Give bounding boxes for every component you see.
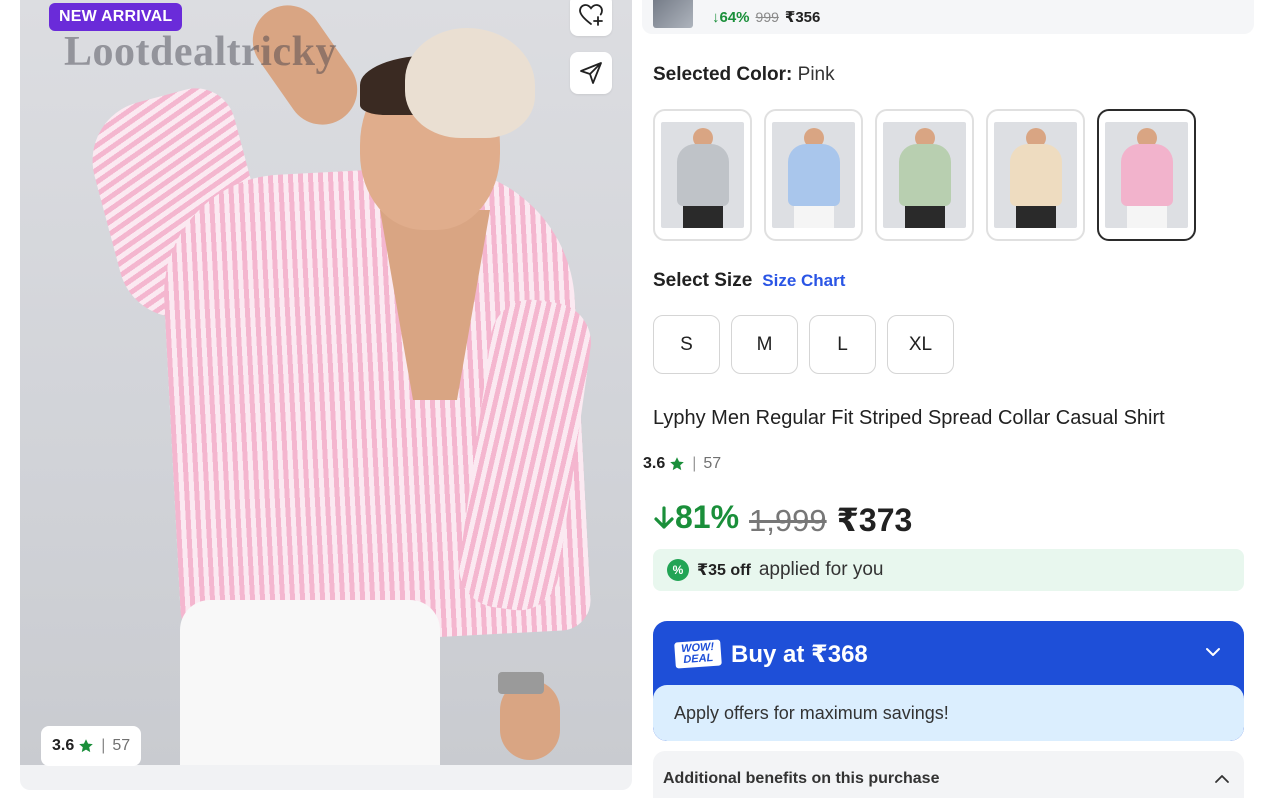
rating-count: 57 — [112, 737, 131, 754]
size-option-m[interactable]: M — [731, 315, 798, 374]
selected-color-label: Selected Color: — [653, 64, 793, 85]
selling-price: ₹373 — [836, 501, 913, 538]
chevron-up-icon[interactable] — [1212, 769, 1232, 789]
select-size-label: Select Size — [653, 270, 753, 291]
swatch-figure-pants — [794, 206, 834, 228]
size-option-l[interactable]: L — [809, 315, 876, 374]
size-chart-link[interactable]: Size Chart — [762, 271, 845, 291]
swatch-figure-shirt — [1121, 144, 1173, 206]
heart-plus-icon — [579, 4, 603, 26]
share-button[interactable] — [570, 52, 612, 94]
swatch-figure-pants — [683, 206, 723, 228]
buy-at-price: Buy at ₹368 — [731, 640, 868, 668]
swatch-image — [772, 122, 855, 228]
photo-shape — [180, 600, 440, 765]
similar-product-card[interactable]: ↓64% 999 ₹356 — [642, 0, 1254, 34]
product-rating[interactable]: 3.6 | 57 — [643, 455, 721, 473]
similar-discount: ↓64% — [712, 9, 750, 26]
swatch-image — [661, 122, 744, 228]
photo-shape — [405, 28, 535, 138]
size-option-xl[interactable]: XL — [887, 315, 954, 374]
similar-product-thumbnail — [653, 0, 693, 28]
color-swatch-beige[interactable] — [986, 109, 1085, 241]
apply-offers-text[interactable]: Apply offers for maximum savings! — [653, 685, 1244, 741]
similar-selling-price: ₹356 — [784, 9, 821, 26]
wow-deal-header[interactable]: WOW! DEAL Buy at ₹368 — [653, 621, 1244, 687]
price-row: 81% 1,999 ₹373 — [653, 499, 912, 539]
swatch-figure-shirt — [1010, 144, 1062, 206]
selected-color-value: Pink — [797, 64, 835, 85]
rating-count: 57 — [703, 455, 722, 472]
share-icon — [580, 62, 602, 84]
image-rating-pill: 3.6 | 57 — [41, 726, 142, 766]
rating-separator: | — [692, 455, 697, 472]
additional-benefits[interactable]: Additional benefits on this purchase — [653, 751, 1244, 798]
product-title: Lyphy Men Regular Fit Striped Spread Col… — [653, 407, 1165, 429]
swatch-image — [883, 122, 966, 228]
swatch-figure-shirt — [677, 144, 729, 206]
swatch-image — [1105, 122, 1188, 228]
applied-offer-amount: ₹35 off — [697, 562, 751, 579]
swatch-image — [994, 122, 1077, 228]
arrow-down-icon — [654, 505, 674, 529]
size-option-s[interactable]: S — [653, 315, 720, 374]
star-icon — [670, 457, 685, 471]
selected-color: Selected Color: Pink — [653, 64, 835, 86]
offer-percent-icon: % — [667, 559, 689, 581]
rating-value: 3.6 — [643, 455, 666, 472]
watermark: Lootdealtricky — [64, 29, 337, 75]
applied-offer-banner: % ₹35 off applied for you — [653, 549, 1244, 591]
wow-deal-badge-line: DEAL — [682, 651, 714, 667]
size-options: S M L XL — [653, 315, 954, 374]
product-photo[interactable] — [20, 0, 632, 765]
wow-deal-card[interactable]: WOW! DEAL Buy at ₹368 Apply offers for m… — [653, 621, 1244, 741]
rating-value: 3.6 — [52, 737, 75, 754]
product-details: ↓64% 999 ₹356 Selected Color: Pink Selec… — [642, 0, 1254, 798]
color-swatch-grey[interactable] — [653, 109, 752, 241]
rating-separator: | — [101, 737, 106, 754]
swatch-figure-shirt — [899, 144, 951, 206]
color-swatch-blue[interactable] — [764, 109, 863, 241]
similar-product-price: ↓64% 999 ₹356 — [712, 8, 820, 26]
wishlist-button[interactable] — [570, 0, 612, 36]
chevron-down-icon[interactable] — [1202, 641, 1224, 663]
additional-benefits-label: Additional benefits on this purchase — [663, 770, 940, 787]
wow-deal-badge: WOW! DEAL — [674, 639, 722, 669]
select-size: Select Size Size Chart — [653, 270, 845, 292]
product-image-panel: NEW ARRIVAL Lootdealtricky 3.6 | 57 — [20, 0, 632, 790]
applied-offer-text: applied for you — [758, 559, 884, 580]
new-arrival-badge: NEW ARRIVAL — [49, 3, 183, 31]
mrp-price: 1,999 — [749, 502, 827, 538]
color-swatches — [653, 109, 1196, 241]
swatch-figure-pants — [1127, 206, 1167, 228]
star-icon — [79, 739, 94, 753]
discount-percent: 81% — [653, 499, 739, 536]
color-swatch-green[interactable] — [875, 109, 974, 241]
color-swatch-pink[interactable] — [1097, 109, 1196, 241]
swatch-figure-shirt — [788, 144, 840, 206]
swatch-figure-pants — [1016, 206, 1056, 228]
photo-shape — [498, 672, 544, 694]
swatch-figure-pants — [905, 206, 945, 228]
similar-mrp: 999 — [755, 9, 779, 25]
